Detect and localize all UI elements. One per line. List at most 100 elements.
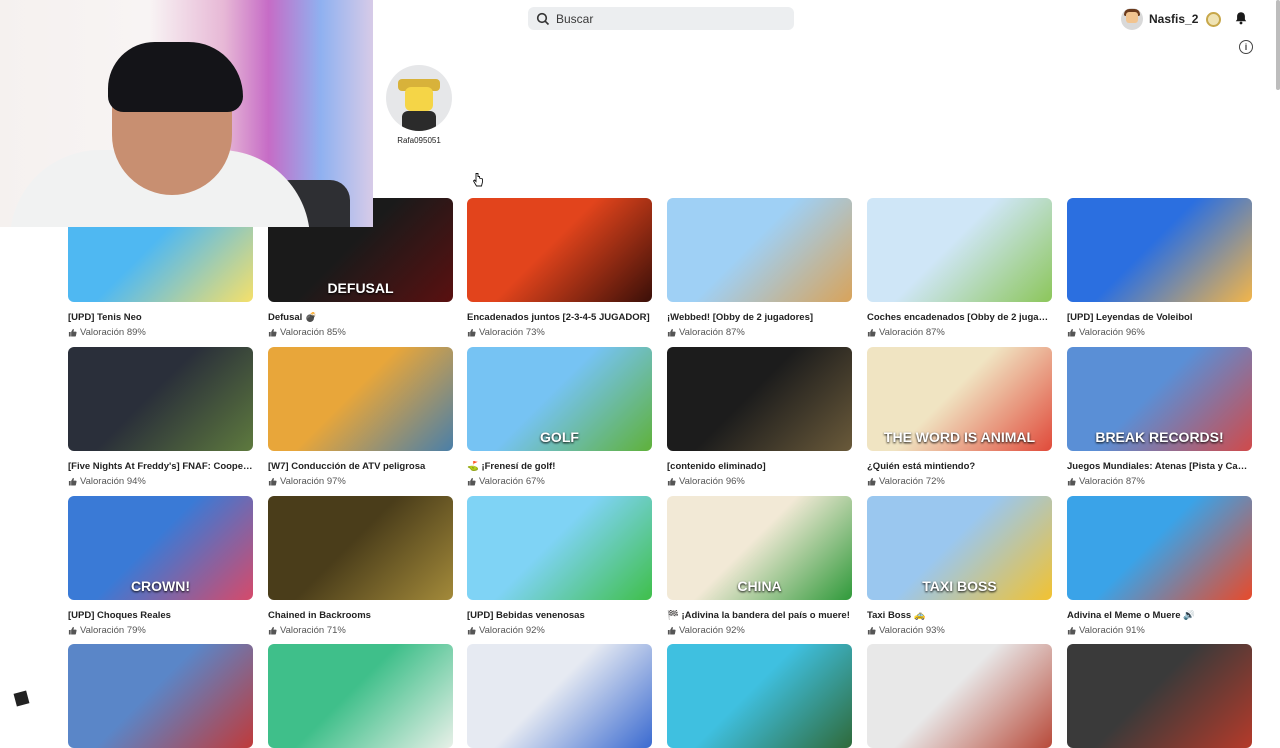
game-title[interactable]: Coches encadenados [Obby de 2 jugadores]: [867, 312, 1052, 323]
avatar[interactable]: [1121, 8, 1143, 30]
thumbnail-caption: CROWN!: [130, 578, 191, 594]
game-title[interactable]: ¿Quién está mintiendo?: [867, 461, 1052, 472]
game-thumbnail[interactable]: [1067, 496, 1252, 600]
game-card[interactable]: [467, 644, 652, 748]
rating-value: 87%: [725, 327, 745, 338]
game-thumbnail[interactable]: CROWN!: [68, 496, 253, 600]
game-title[interactable]: [UPD] Leyendas de Voleibol: [1067, 312, 1252, 323]
rating-value: 96%: [725, 476, 745, 487]
game-thumbnail[interactable]: [268, 644, 453, 748]
game-thumbnail[interactable]: [1067, 198, 1252, 302]
game-rating: Valoración 67%: [467, 476, 652, 487]
game-thumbnail[interactable]: [867, 644, 1052, 748]
game-card[interactable]: BREAK RECORDS! Juegos Mundiales: Atenas […: [1067, 347, 1252, 487]
game-card[interactable]: [UPD] Leyendas de Voleibol Valoración 96%: [1067, 198, 1252, 338]
game-thumbnail[interactable]: CHINA: [667, 496, 852, 600]
game-card[interactable]: [UPD] Bebidas venenosas Valoración 92%: [467, 496, 652, 636]
game-thumbnail[interactable]: [667, 347, 852, 451]
game-thumbnail[interactable]: GOLF: [467, 347, 652, 451]
rating-value: 67%: [525, 476, 545, 487]
game-rating: Valoración 91%: [1067, 625, 1252, 636]
game-thumbnail[interactable]: [667, 198, 852, 302]
game-card[interactable]: ¡Webbed! [Obby de 2 jugadores] Valoración…: [667, 198, 852, 338]
game-thumbnail[interactable]: [467, 644, 652, 748]
game-title[interactable]: 🏁 ¡Adivina la bandera del país o muere!: [667, 610, 852, 621]
thumbs-up-icon: [1067, 626, 1076, 635]
game-thumbnail[interactable]: [68, 644, 253, 748]
game-thumbnail[interactable]: [667, 644, 852, 748]
game-card[interactable]: [268, 644, 453, 748]
game-title[interactable]: [UPD] Tenis Neo: [68, 312, 253, 323]
game-title[interactable]: ¡Webbed! [Obby de 2 jugadores]: [667, 312, 852, 323]
game-thumbnail[interactable]: [268, 496, 453, 600]
game-title[interactable]: Adivina el Meme o Muere 🔊: [1067, 610, 1252, 621]
game-title[interactable]: Juegos Mundiales: Atenas [Pista y Campo]: [1067, 461, 1252, 472]
rating-value: 85%: [326, 327, 346, 338]
game-title[interactable]: [contenido eliminado]: [667, 461, 852, 472]
rating-label: Valoración: [679, 625, 724, 636]
friend-avatar[interactable]: [386, 65, 452, 131]
game-rating: Valoración 92%: [467, 625, 652, 636]
game-card[interactable]: THE WORD IS ANIMAL ¿Quién está mintiendo?…: [867, 347, 1052, 487]
game-card[interactable]: Coches encadenados [Obby de 2 jugadores]…: [867, 198, 1052, 338]
game-thumbnail[interactable]: [467, 198, 652, 302]
robux-icon[interactable]: [1206, 11, 1222, 27]
game-card[interactable]: [contenido eliminado] Valoración 96%: [667, 347, 852, 487]
rating-value: 73%: [525, 327, 545, 338]
game-thumbnail[interactable]: [467, 496, 652, 600]
game-card[interactable]: [1067, 644, 1252, 748]
game-card[interactable]: [667, 644, 852, 748]
game-title[interactable]: Chained in Backrooms: [268, 610, 453, 621]
rating-value: 96%: [1125, 327, 1145, 338]
search-placeholder: Buscar: [556, 11, 594, 26]
game-card[interactable]: CROWN! [UPD] Choques Reales Valoración 79%: [68, 496, 253, 636]
game-card[interactable]: Adivina el Meme o Muere 🔊 Valoración 91%: [1067, 496, 1252, 636]
game-card[interactable]: TAXI BOSS Taxi Boss 🚕 Valoración 93%: [867, 496, 1052, 636]
bell-icon[interactable]: [1234, 11, 1248, 25]
game-title[interactable]: Encadenados juntos [2-3-4-5 JUGADOR]: [467, 312, 652, 323]
game-title[interactable]: [Five Nights At Freddy's] FNAF: Cooperat…: [68, 461, 253, 472]
roblox-logo-icon[interactable]: [13, 690, 30, 707]
game-title[interactable]: [UPD] Bebidas venenosas: [467, 610, 652, 621]
rating-value: 89%: [126, 327, 146, 338]
game-title[interactable]: Taxi Boss 🚕: [867, 610, 1052, 621]
game-card[interactable]: GOLF ⛳ ¡Frenesí de golf! Valoración 67%: [467, 347, 652, 487]
thumbs-up-icon: [1067, 328, 1076, 337]
rating-label: Valoración: [479, 476, 524, 487]
friend-name[interactable]: Rafa095051: [386, 136, 452, 145]
game-thumbnail[interactable]: [1067, 644, 1252, 748]
game-rating: Valoración 96%: [1067, 327, 1252, 338]
game-card[interactable]: [68, 644, 253, 748]
game-card[interactable]: [Five Nights At Freddy's] FNAF: Cooperat…: [68, 347, 253, 487]
scrollbar[interactable]: [1276, 0, 1280, 90]
thumbs-up-icon: [268, 328, 277, 337]
thumbs-up-icon: [667, 477, 676, 486]
game-thumbnail[interactable]: [268, 347, 453, 451]
thumbs-up-icon: [867, 477, 876, 486]
game-card[interactable]: [W7] Conducción de ATV peligrosa Valoraci…: [268, 347, 453, 487]
game-thumbnail[interactable]: [68, 347, 253, 451]
game-title[interactable]: ⛳ ¡Frenesí de golf!: [467, 461, 652, 472]
info-icon[interactable]: i: [1239, 40, 1253, 54]
thumbnail-caption: BREAK RECORDS!: [1095, 429, 1224, 445]
game-card[interactable]: Chained in Backrooms Valoración 71%: [268, 496, 453, 636]
friend-tile[interactable]: Rafa095051: [386, 65, 452, 145]
username[interactable]: Nasfis_2: [1149, 12, 1198, 26]
game-thumbnail[interactable]: TAXI BOSS: [867, 496, 1052, 600]
game-title[interactable]: [W7] Conducción de ATV peligrosa: [268, 461, 453, 472]
game-rating: Valoración 93%: [867, 625, 1052, 636]
rating-value: 87%: [1125, 476, 1145, 487]
game-card[interactable]: [867, 644, 1052, 748]
search-bar[interactable]: Buscar: [528, 7, 794, 30]
thumbs-up-icon: [68, 626, 77, 635]
game-rating: Valoración 72%: [867, 476, 1052, 487]
game-thumbnail[interactable]: BREAK RECORDS!: [1067, 347, 1252, 451]
user-menu[interactable]: Nasfis_2: [1121, 7, 1222, 31]
game-thumbnail[interactable]: [867, 198, 1052, 302]
game-card[interactable]: Encadenados juntos [2-3-4-5 JUGADOR] Valo…: [467, 198, 652, 338]
rating-label: Valoración: [80, 625, 125, 636]
game-title[interactable]: Defusal 💣: [268, 312, 453, 323]
game-card[interactable]: CHINA 🏁 ¡Adivina la bandera del país o mu…: [667, 496, 852, 636]
game-title[interactable]: [UPD] Choques Reales: [68, 610, 253, 621]
game-thumbnail[interactable]: THE WORD IS ANIMAL: [867, 347, 1052, 451]
